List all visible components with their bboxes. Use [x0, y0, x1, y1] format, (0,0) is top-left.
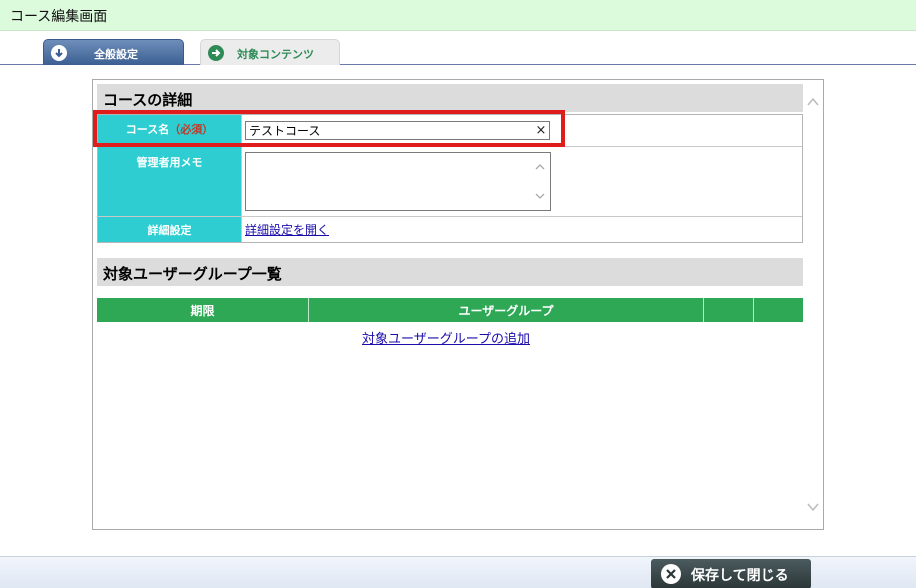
scroll-down-icon[interactable] [805, 499, 821, 515]
course-name-row: コース名（必須） × [98, 115, 802, 146]
course-details-heading: コースの詳細 [97, 84, 803, 112]
tab-label: 全般設定 [94, 48, 138, 61]
add-link-row: 対象ユーザーグループの追加 [93, 328, 799, 347]
add-user-group-link[interactable]: 対象ユーザーグループの追加 [362, 332, 530, 347]
course-details-table: コース名（必須） × 管理者用メモ 詳細設定 [97, 114, 803, 243]
tab-target-contents[interactable]: 対象コンテンツ [200, 39, 340, 65]
tab-bar: 全般設定 対象コンテンツ [0, 31, 916, 65]
advanced-settings-row: 詳細設定 詳細設定を開く [98, 216, 802, 242]
column-period: 期限 [97, 298, 309, 322]
admin-memo-row: 管理者用メモ [98, 146, 802, 216]
user-groups-heading: 対象ユーザーグループ一覧 [97, 258, 803, 286]
save-and-close-label: 保存して閉じる [691, 568, 789, 584]
title-bar: コース編集画面 [0, 0, 916, 31]
course-name-input[interactable] [245, 121, 550, 140]
admin-memo-textarea[interactable] [245, 152, 551, 211]
required-mark: （必須） [169, 123, 214, 136]
course-name-label: コース名（必須） [98, 115, 242, 146]
tab-label: 対象コンテンツ [237, 48, 314, 61]
save-and-close-button[interactable]: 保存して閉じる [651, 559, 811, 588]
column-action-1 [704, 298, 754, 322]
memo-scroll-up-icon[interactable] [534, 161, 546, 173]
clear-icon[interactable]: × [532, 121, 550, 140]
open-advanced-settings-link[interactable]: 詳細設定を開く [245, 221, 329, 238]
arrow-down-circle-icon [51, 45, 67, 61]
content-panel: コースの詳細 コース名（必須） × 管理者用メモ [92, 79, 824, 530]
tab-general-settings[interactable]: 全般設定 [43, 39, 184, 65]
advanced-settings-label: 詳細設定 [98, 217, 242, 242]
column-user-group: ユーザーグループ [309, 298, 704, 322]
footer-bar: 保存して閉じる [0, 556, 916, 588]
window-title: コース編集画面 [10, 9, 108, 25]
arrow-right-circle-icon [208, 45, 224, 61]
user-groups-table-header: 期限 ユーザーグループ [97, 298, 803, 322]
column-action-2 [754, 298, 803, 322]
close-circle-icon [661, 564, 681, 584]
admin-memo-label: 管理者用メモ [98, 147, 242, 216]
memo-scroll-down-icon[interactable] [534, 190, 546, 202]
scroll-up-icon[interactable] [805, 94, 821, 110]
